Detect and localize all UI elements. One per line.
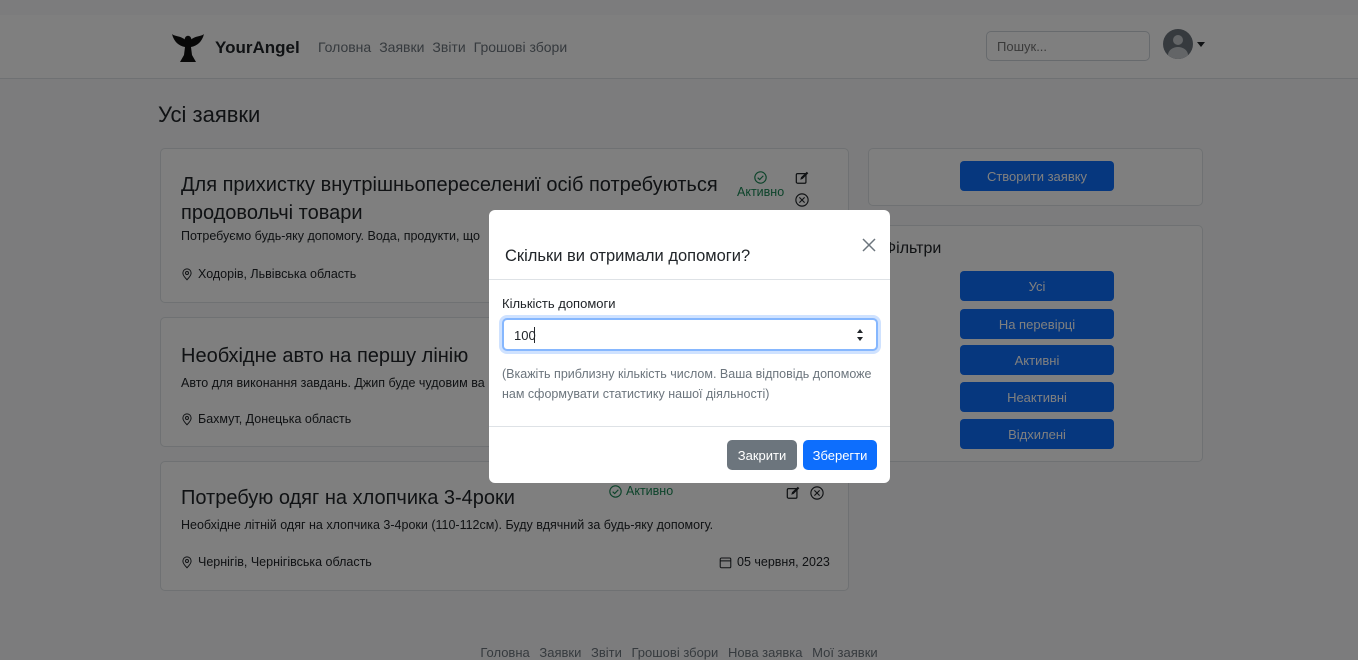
close-button[interactable]: Закрити [727, 440, 797, 470]
close-icon[interactable] [861, 237, 877, 253]
modal-header: Скільки ви отримали допомоги? [489, 210, 890, 280]
text-caret [534, 327, 535, 343]
amount-field-label: Кількість допомоги [502, 296, 616, 311]
amount-hint: (Вкажіть приблизну кількість числом. Ваш… [502, 367, 872, 401]
number-spinner-icon[interactable] [854, 326, 866, 344]
modal-footer-divider [489, 426, 890, 427]
help-amount-modal: Скільки ви отримали допомоги? Кількість … [489, 210, 890, 483]
save-button[interactable]: Зберегти [803, 440, 877, 470]
amount-value: 100 [514, 328, 536, 343]
amount-input[interactable]: 100 [502, 318, 878, 351]
modal-title: Скільки ви отримали допомоги? [505, 247, 751, 265]
